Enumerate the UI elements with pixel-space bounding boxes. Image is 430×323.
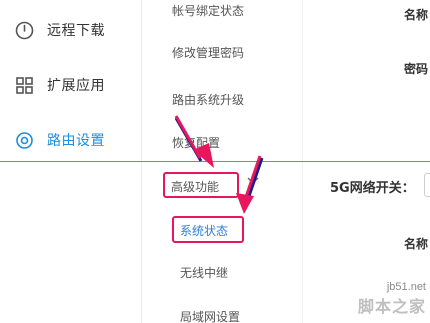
screenshot-split-line (0, 161, 430, 162)
submenu-item-wireless-relay[interactable]: 无线中继 (180, 264, 228, 281)
watermark: jb51.net 脚本之家 (358, 281, 426, 317)
password-label: 密码 (404, 62, 429, 76)
power-icon (15, 21, 34, 40)
name-label-top: 名称 (404, 8, 429, 22)
nav-item-router-settings[interactable]: 路由设置 (0, 118, 141, 162)
highlight-box-advanced (163, 172, 239, 198)
watermark-site: jb51.net (386, 281, 426, 293)
nav-item-label: 远程下载 (47, 23, 105, 39)
submenu-item-change-password[interactable]: 修改管理密码 (172, 44, 244, 61)
highlight-box-system-status (172, 216, 244, 243)
name-label-bottom: 名称 (404, 237, 429, 251)
submenu-item-system-upgrade[interactable]: 路由系统升级 (172, 91, 244, 108)
watermark-text: 脚本之家 (357, 297, 426, 316)
submenu-item-lan-settings[interactable]: 局域网设置 (180, 308, 240, 323)
nav-item-extensions[interactable]: 扩展应用 (0, 63, 141, 107)
switch-5g-label: 5G网络开关： (330, 181, 415, 196)
nav-item-remote-download[interactable]: 远程下载 (0, 8, 141, 52)
nav-item-label: 扩展应用 (47, 78, 105, 94)
nav-item-label: 路由设置 (47, 133, 105, 149)
apps-grid-icon (15, 76, 34, 95)
submenu-item-account-binding[interactable]: 帐号绑定状态 (172, 2, 244, 19)
switch-5g-toggle[interactable] (424, 173, 430, 197)
chevron-down-icon (247, 177, 259, 184)
submenu-item-restore-config[interactable]: 恢复配置 (172, 134, 220, 151)
gear-icon (15, 131, 34, 150)
